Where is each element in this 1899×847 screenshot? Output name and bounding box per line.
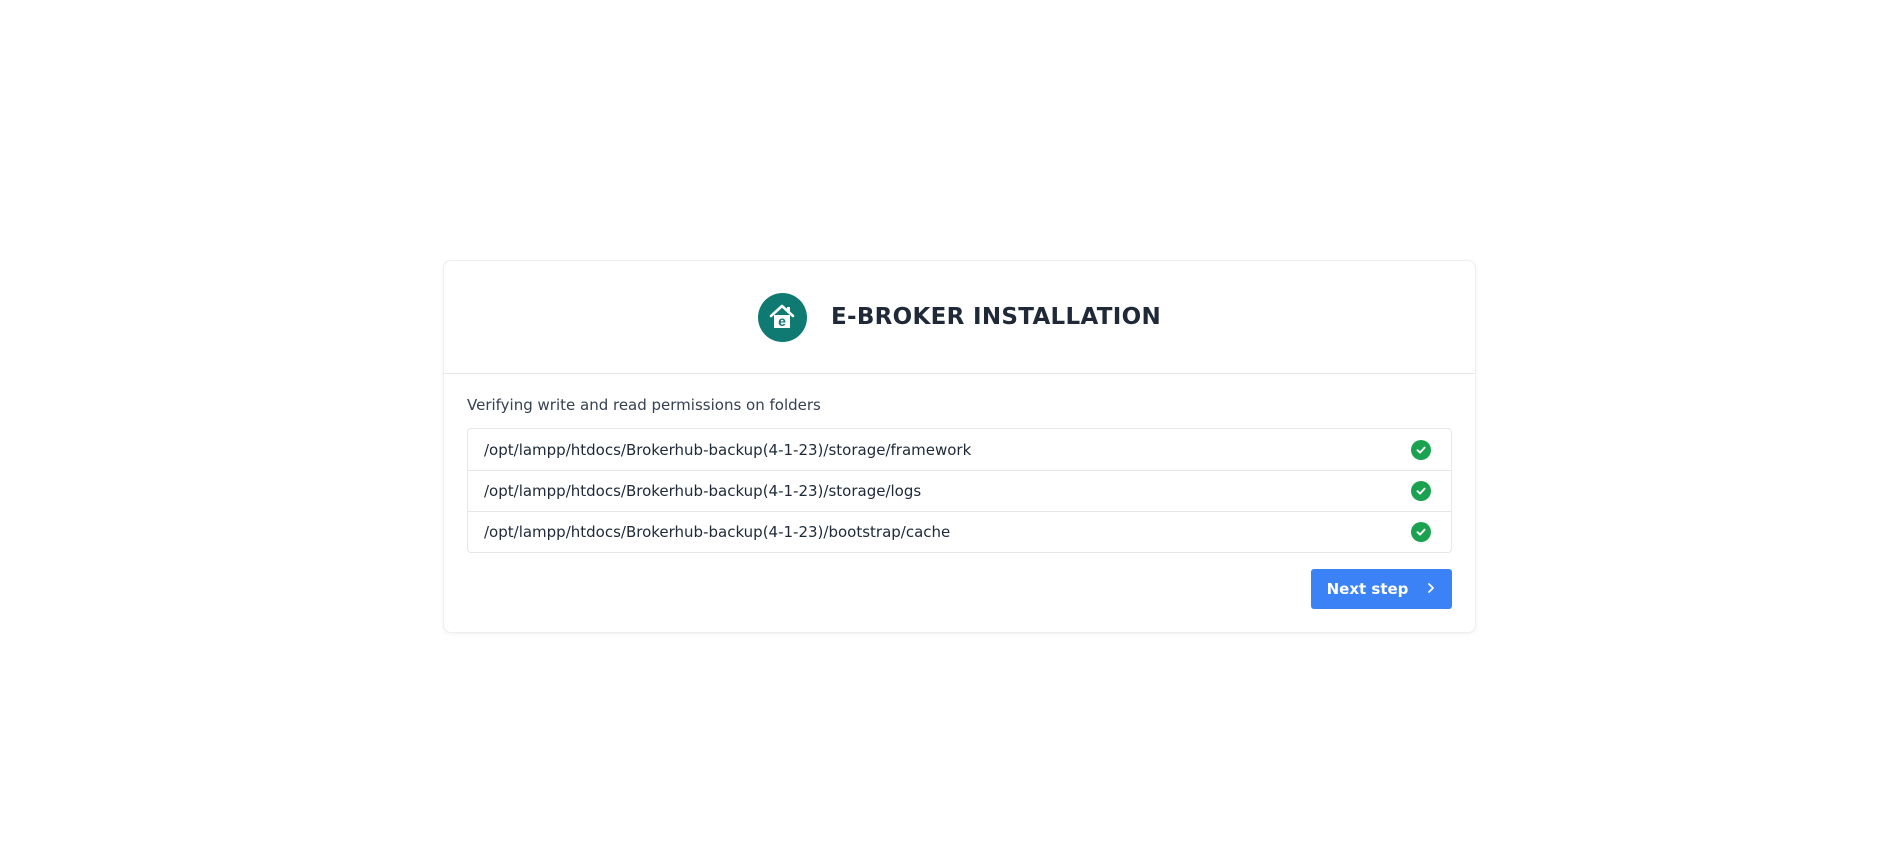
list-item: /opt/lampp/htdocs/Brokerhub-backup(4-1-2… [468, 470, 1451, 511]
next-step-label: Next step [1326, 580, 1409, 598]
permissions-subtitle: Verifying write and read permissions on … [467, 396, 821, 414]
page-title: E-BROKER INSTALLATION [830, 304, 1162, 330]
check-circle-icon [1411, 522, 1431, 542]
installation-card: e E-BROKER INSTALLATION Verifying write … [443, 260, 1476, 633]
card-body: Verifying write and read permissions on … [444, 374, 1475, 609]
card-header: e E-BROKER INSTALLATION [444, 261, 1475, 374]
house-e-logo-icon: e [757, 292, 807, 342]
svg-text:e: e [779, 313, 787, 329]
card-actions: Next step [467, 569, 1452, 609]
folder-path: /opt/lampp/htdocs/Brokerhub-backup(4-1-2… [484, 523, 951, 541]
folder-path: /opt/lampp/htdocs/Brokerhub-backup(4-1-2… [484, 440, 972, 459]
check-circle-icon [1411, 481, 1431, 501]
folder-permission-list: /opt/lampp/htdocs/Brokerhub-backup(4-1-2… [467, 428, 1452, 553]
check-circle-icon [1411, 439, 1431, 460]
list-item: /opt/lampp/htdocs/Brokerhub-backup(4-1-2… [468, 429, 1451, 470]
next-step-button[interactable]: Next step [1311, 569, 1452, 609]
folder-path: /opt/lampp/htdocs/Brokerhub-backup(4-1-2… [484, 482, 922, 500]
list-item: /opt/lampp/htdocs/Brokerhub-backup(4-1-2… [468, 511, 1451, 552]
chevron-right-icon [1426, 580, 1436, 598]
